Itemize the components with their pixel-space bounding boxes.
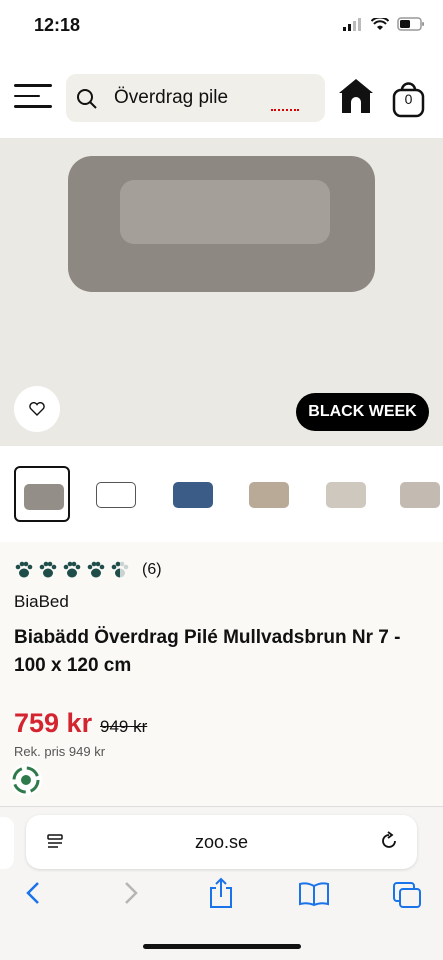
- heart-icon: [29, 402, 45, 416]
- image-thumbnails: [0, 446, 443, 542]
- status-icons: [343, 17, 425, 31]
- favorite-button[interactable]: [14, 386, 60, 432]
- share-icon[interactable]: [208, 877, 234, 909]
- black-week-badge: BLACK WEEK: [296, 393, 429, 431]
- original-price: 949 kr: [100, 717, 148, 736]
- paw-icon: [63, 561, 81, 578]
- battery-icon: [397, 17, 424, 31]
- thumbnail-3[interactable]: [165, 466, 221, 522]
- cart-button[interactable]: 0: [392, 80, 425, 118]
- dog-bed-image: [68, 156, 375, 292]
- paw-icon: [39, 561, 57, 578]
- signal-icon: [343, 17, 361, 31]
- address-bar[interactable]: zoo.se: [26, 815, 417, 869]
- wifi-icon: [371, 17, 389, 30]
- brand-name[interactable]: BiaBed: [14, 592, 69, 612]
- review-count: (6): [142, 561, 162, 578]
- search-query: Överdrag pile: [114, 87, 229, 108]
- home-icon[interactable]: [337, 77, 375, 115]
- thumbnail-4[interactable]: [241, 466, 297, 522]
- status-time: 12:18: [34, 15, 81, 35]
- status-bar: 12:18: [0, 0, 443, 52]
- bookmarks-icon[interactable]: [298, 881, 330, 907]
- browser-bar: zoo.se: [0, 806, 443, 960]
- thumbnail-5[interactable]: [318, 466, 374, 522]
- spellcheck-underline: [271, 109, 299, 111]
- previous-tab[interactable]: [0, 817, 14, 869]
- url-text: zoo.se: [194, 832, 249, 852]
- product-image[interactable]: BLACK WEEK: [0, 138, 443, 446]
- cart-count: 0: [404, 91, 413, 107]
- sale-price: 759 kr: [14, 708, 93, 738]
- site-header: Överdrag pile 0: [0, 52, 443, 258]
- paw-icon: [15, 561, 33, 578]
- tabs-icon[interactable]: [392, 881, 422, 909]
- home-indicator: [143, 944, 301, 949]
- thumbnail-2[interactable]: [88, 466, 144, 522]
- rating[interactable]: (6): [14, 560, 162, 580]
- forward-icon[interactable]: [120, 881, 140, 905]
- search-icon: [77, 89, 97, 109]
- thumbnail-1[interactable]: [14, 466, 70, 522]
- paw-icon: [87, 561, 105, 578]
- thumbnail-6[interactable]: [392, 466, 443, 522]
- product-title: Biabädd Överdrag Pilé Mullvadsbrun Nr 7 …: [14, 627, 401, 676]
- menu-button[interactable]: [14, 84, 52, 110]
- reload-icon[interactable]: [379, 831, 399, 851]
- half-paw-icon: [111, 561, 129, 578]
- back-icon[interactable]: [24, 881, 44, 905]
- search-input[interactable]: Överdrag pile: [66, 74, 325, 122]
- recommended-price: Rek. pris 949 kr: [14, 744, 106, 759]
- eco-icon: [10, 764, 42, 796]
